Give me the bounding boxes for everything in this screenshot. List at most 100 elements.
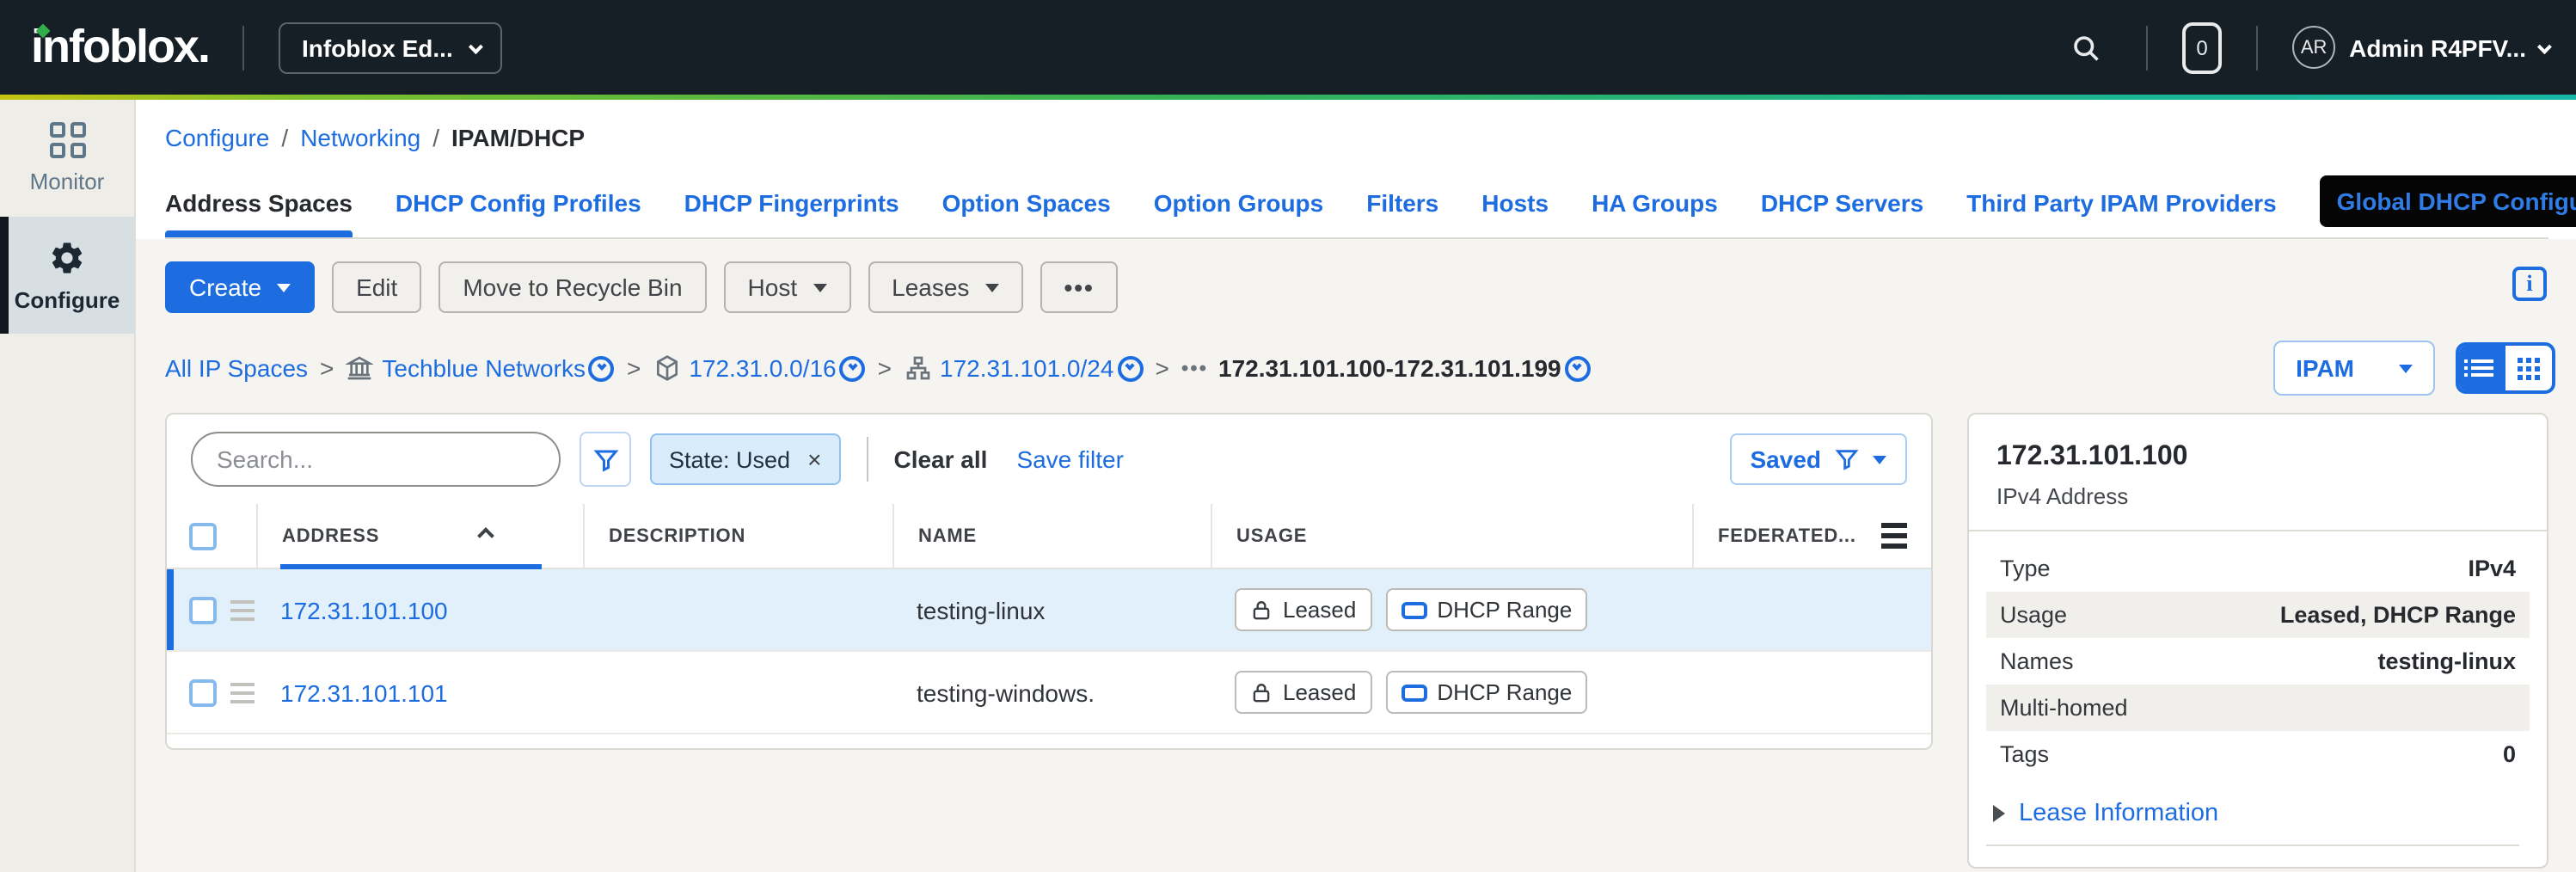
range-rect-icon	[1401, 601, 1426, 618]
leased-badge: Leased	[1235, 588, 1371, 631]
grid-icon	[49, 122, 85, 158]
user-menu-label: Admin R4PFV...	[2349, 34, 2526, 61]
leases-button[interactable]: Leases	[868, 261, 1022, 313]
close-icon[interactable]: ×	[807, 445, 821, 473]
tab-filters[interactable]: Filters	[1366, 179, 1438, 237]
lock-icon	[1250, 680, 1273, 704]
dhcp-range-badge: DHCP Range	[1385, 671, 1587, 714]
row-checkbox[interactable]	[189, 596, 217, 623]
org-dropdown[interactable]: Infoblox Ed...	[279, 21, 503, 73]
path-network-container[interactable]: 172.31.0.0/16	[653, 354, 836, 382]
column-header-description[interactable]: DESCRIPTION	[583, 504, 892, 568]
column-menu-icon[interactable]	[1881, 523, 1907, 549]
address-table-card: State: Used × Clear all Save filter Save…	[165, 413, 1933, 750]
tab-address-spaces[interactable]: Address Spaces	[165, 179, 353, 237]
drag-handle-icon[interactable]	[230, 682, 255, 703]
address-link[interactable]: 172.31.101.101	[280, 679, 448, 706]
chevron-down-circle-icon[interactable]	[840, 355, 866, 381]
select-all-checkbox[interactable]	[189, 522, 217, 550]
detail-subtitle: IPv4 Address	[1996, 483, 2519, 509]
tab-hosts[interactable]: Hosts	[1481, 179, 1549, 237]
name-cell: testing-windows.	[892, 679, 1211, 706]
search-input-wrapper	[191, 432, 561, 487]
filter-funnel-icon[interactable]	[580, 432, 631, 487]
sort-ascending-icon	[476, 527, 494, 544]
sidebar-item-monitor[interactable]: Monitor	[0, 100, 134, 217]
notification-badge[interactable]: 0	[2182, 21, 2222, 73]
tab-option-groups[interactable]: Option Groups	[1154, 179, 1324, 237]
expand-triangle-icon	[1993, 805, 2005, 822]
global-dhcp-configuration-button[interactable]: Global DHCP Configuration	[2320, 175, 2576, 227]
lease-information-row: Lease Information	[1986, 788, 2519, 846]
lease-information-link[interactable]: Lease Information	[2019, 800, 2218, 827]
row-checkbox[interactable]	[189, 679, 217, 706]
tab-ha-groups[interactable]: HA Groups	[1592, 179, 1718, 237]
info-icon[interactable]: i	[2512, 267, 2547, 301]
breadcrumb-link-configure[interactable]: Configure	[165, 124, 269, 151]
edit-button[interactable]: Edit	[332, 261, 421, 313]
table-row[interactable]: 172.31.101.101 testing-windows. Leased	[167, 652, 1931, 734]
list-view-icon[interactable]	[2459, 346, 2505, 390]
usage-cell: Leased DHCP Range	[1211, 588, 1692, 631]
path-current-range: ••• 172.31.101.100-172.31.101.199	[1181, 354, 1561, 382]
filter-chip-state-used[interactable]: State: Used ×	[650, 433, 840, 485]
ipam-mode-dropdown[interactable]: IPAM	[2273, 341, 2435, 396]
clear-all-button[interactable]: Clear all	[893, 445, 987, 473]
detail-title: 172.31.101.100	[1996, 442, 2519, 473]
chevron-down-icon	[2537, 39, 2552, 53]
column-header-federated[interactable]: FEDERATED...	[1692, 504, 1931, 568]
search-input[interactable]	[217, 445, 535, 473]
search-icon[interactable]	[2060, 21, 2112, 73]
save-filter-button[interactable]: Save filter	[1016, 445, 1124, 473]
leased-badge: Leased	[1235, 671, 1371, 714]
caret-down-icon	[984, 283, 998, 292]
breadcrumb-link-networking[interactable]: Networking	[300, 124, 420, 151]
chevron-down-circle-icon[interactable]	[1565, 355, 1591, 381]
usage-cell: Leased DHCP Range	[1211, 671, 1692, 714]
chevron-down-circle-icon[interactable]	[589, 355, 615, 381]
avatar[interactable]: AR	[2292, 26, 2335, 69]
network-container-icon	[653, 354, 680, 382]
notification-count: 0	[2196, 35, 2207, 59]
tab-dhcp-config-profiles[interactable]: DHCP Config Profiles	[396, 179, 641, 237]
move-to-recycle-bin-button[interactable]: Move to Recycle Bin	[439, 261, 706, 313]
host-button[interactable]: Host	[724, 261, 851, 313]
grid-view-icon[interactable]	[2505, 346, 2552, 390]
saved-filters-button[interactable]: Saved	[1730, 433, 1908, 485]
breadcrumb: Configure / Networking / IPAM/DHCP	[165, 124, 2548, 151]
path-network-view[interactable]: Techblue Networks	[346, 354, 586, 382]
chevron-down-circle-icon[interactable]	[1117, 355, 1143, 381]
divider	[866, 437, 868, 482]
more-actions-button[interactable]: •••	[1040, 261, 1118, 313]
path-network[interactable]: 172.31.101.0/24	[904, 354, 1113, 382]
detail-panel: 172.31.101.100 IPv4 Address Type IPv4 Us…	[1967, 413, 2548, 869]
org-dropdown-label: Infoblox Ed...	[302, 34, 453, 61]
drag-handle-icon[interactable]	[230, 599, 255, 620]
caret-down-icon	[813, 283, 826, 292]
infoblox-logo: infoblox.	[31, 21, 209, 74]
page-title: IPAM/DHCP	[451, 124, 585, 151]
divider	[2256, 25, 2258, 70]
ip-hierarchy-breadcrumb: All IP Spaces > Techblue Networks >	[165, 341, 2555, 396]
caret-down-icon	[1873, 455, 1886, 464]
detail-field-type: Type IPv4	[1986, 545, 2530, 592]
user-menu[interactable]: Admin R4PFV...	[2349, 34, 2548, 61]
chevron-down-icon	[469, 39, 484, 53]
tab-option-spaces[interactable]: Option Spaces	[942, 179, 1111, 237]
tab-dhcp-servers[interactable]: DHCP Servers	[1761, 179, 1923, 237]
create-button[interactable]: Create	[165, 261, 315, 313]
address-link[interactable]: 172.31.101.100	[280, 596, 448, 623]
tab-third-party-ipam-providers[interactable]: Third Party IPAM Providers	[1966, 179, 2276, 237]
column-header-address[interactable]: ADDRESS	[256, 504, 583, 568]
column-header-usage[interactable]: USAGE	[1211, 504, 1692, 568]
column-header-name[interactable]: NAME	[892, 504, 1211, 568]
tab-dhcp-fingerprints[interactable]: DHCP Fingerprints	[684, 179, 899, 237]
sidebar-item-label: Monitor	[30, 169, 105, 194]
path-all-ip-spaces[interactable]: All IP Spaces	[165, 354, 308, 382]
detail-field-usage: Usage Leased, DHCP Range	[1986, 592, 2530, 638]
caret-down-icon	[277, 283, 291, 292]
sidebar-item-configure[interactable]: Configure	[0, 217, 134, 334]
lock-icon	[1250, 598, 1273, 622]
table-row[interactable]: 172.31.101.100 testing-linux Leased	[167, 569, 1931, 652]
action-toolbar: Create Edit Move to Recycle Bin Host Lea…	[165, 261, 2555, 313]
